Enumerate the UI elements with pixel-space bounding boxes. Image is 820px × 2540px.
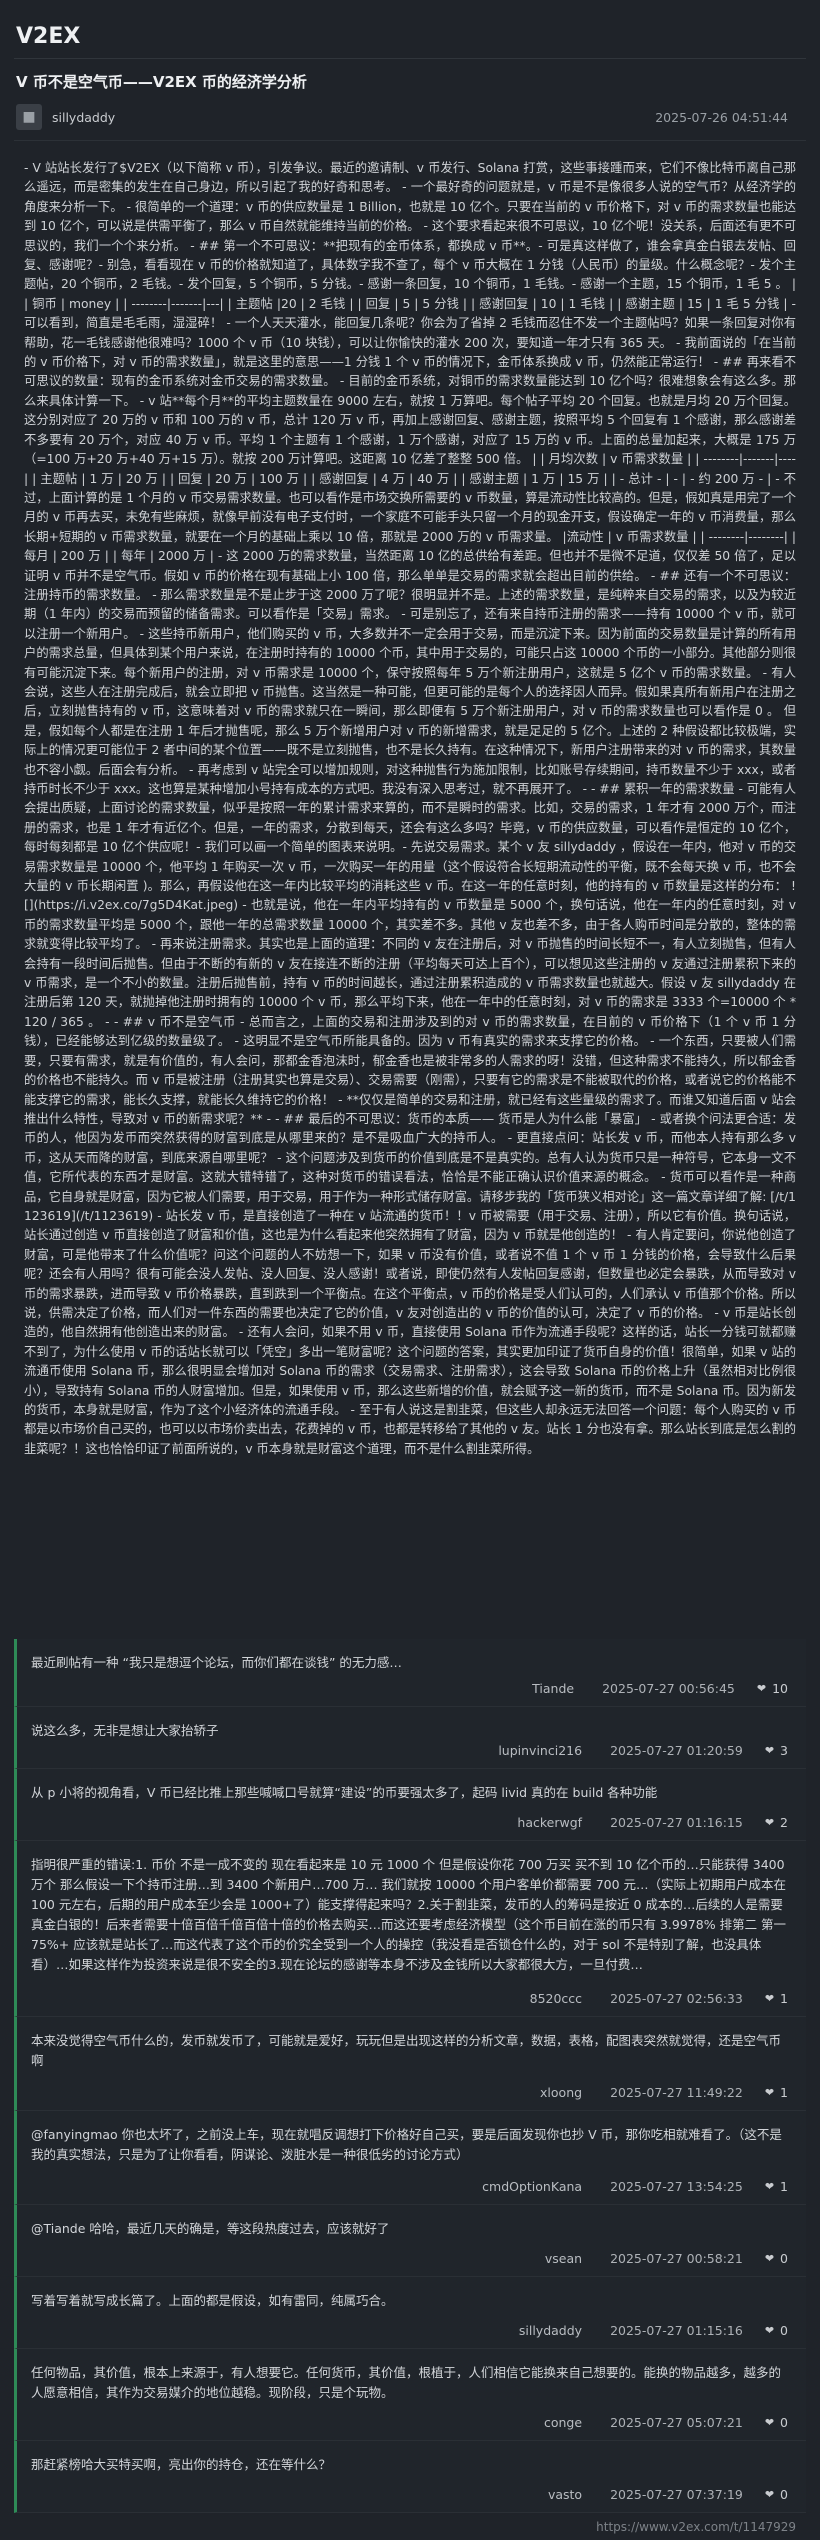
heart-icon[interactable]: ❤ [765, 2252, 774, 2265]
reply-item: 写着写着就写成长篇了。上面的都是假设，如有雷同，纯属巧合。 sillydaddy… [14, 2277, 806, 2349]
author-row: ■ sillydaddy 2025-07-26 04:51:44 [16, 102, 804, 132]
reply-time: 2025-07-27 01:16:15 [610, 1815, 743, 1830]
reply-likes: 0 [780, 2323, 788, 2338]
heart-icon[interactable]: ❤ [765, 2488, 774, 2501]
reply-meta: vasto 2025-07-27 07:37:19 ❤ 0 [548, 2487, 788, 2502]
reply-meta: 8520ccc 2025-07-27 02:56:33 ❤ 1 [530, 1991, 788, 2006]
page-url: https://www.v2ex.com/t/1147929 [596, 2520, 796, 2534]
reply-meta: xloong 2025-07-27 11:49:22 ❤ 1 [540, 2085, 788, 2100]
reply-content: 那赶紧榜哈大买特买啊，亮出你的持仓，还在等什么？ [31, 2457, 332, 2472]
reply-author[interactable]: vasto [548, 2487, 582, 2502]
reply-meta: sillydaddy 2025-07-27 01:15:16 ❤ 0 [519, 2323, 788, 2338]
reply-content: @fanyingmao 你也太坏了，之前没上车，现在就唱反调想打下价格好自己买，… [31, 2127, 782, 2162]
reply-item: @fanyingmao 你也太坏了，之前没上车，现在就唱反调想打下价格好自己买，… [14, 2111, 806, 2205]
topic-content: - V 站站长发行了$V2EX（以下简称 v 币），引发争议。最近的邀请制、v … [24, 161, 796, 1456]
reply-time: 2025-07-27 07:37:19 [610, 2487, 743, 2502]
reply-item: 任何物品，其价值，根本上来源于，有人想要它。任何货币，其价值，根植于，人们相信它… [14, 2349, 806, 2441]
heart-icon[interactable]: ❤ [765, 1744, 774, 1757]
reply-item: 本来没觉得空气币什么的，发币就发币了，可能就是爱好，玩玩但是出现这样的分析文章，… [14, 2017, 806, 2111]
reply-author[interactable]: hackerwgf [517, 1815, 582, 1830]
reply-item: 从 p 小将的视角看，V 币已经比推上那些喊喊口号就算“建设”的币要强太多了，起… [14, 1769, 806, 1841]
topic-date: 2025-07-26 04:51:44 [655, 109, 788, 125]
reply-time: 2025-07-27 02:56:33 [610, 1991, 743, 2006]
reply-likes: 1 [780, 2085, 788, 2100]
heart-icon[interactable]: ❤ [765, 2180, 774, 2193]
topic-title: V 币不是空气币——V2EX 币的经济学分析 [16, 73, 307, 91]
reply-content: 最近刷帖有一种 “我只是想逗个论坛，而你们都在谈钱” 的无力感… [31, 1655, 402, 1670]
reply-time: 2025-07-27 05:07:21 [610, 2415, 743, 2430]
reply-content: 说这么多，无非是想让大家抬轿子 [31, 1723, 219, 1738]
reply-content: 指明很严重的错误:1. 币价 不是一成不变的 现在看起来是 10 元 1000 … [31, 1857, 787, 1972]
reply-time: 2025-07-27 01:20:59 [610, 1743, 743, 1758]
reply-likes: 0 [780, 2415, 788, 2430]
reply-likes: 1 [780, 1991, 788, 2006]
heart-icon[interactable]: ❤ [765, 1992, 774, 2005]
reply-author[interactable]: xloong [540, 2085, 582, 2100]
reply-content: 任何物品，其价值，根本上来源于，有人想要它。任何货币，其价值，根植于，人们相信它… [31, 2365, 782, 2400]
reply-meta: cmdOptionKana 2025-07-27 13:54:25 ❤ 1 [482, 2179, 788, 2194]
reply-likes: 0 [780, 2487, 788, 2502]
reply-likes: 0 [780, 2251, 788, 2266]
reply-time: 2025-07-27 13:54:25 [610, 2179, 743, 2194]
reply-meta: lupinvinci216 2025-07-27 01:20:59 ❤ 3 [498, 1743, 788, 1758]
topic-header: V 币不是空气币——V2EX 币的经济学分析 ■ sillydaddy 2025… [14, 59, 806, 141]
reply-meta: vsean 2025-07-27 00:58:21 ❤ 0 [545, 2251, 788, 2266]
reply-author[interactable]: lupinvinci216 [498, 1743, 582, 1758]
reply-likes: 3 [780, 1743, 788, 1758]
reply-meta: hackerwgf 2025-07-27 01:16:15 ❤ 2 [517, 1815, 788, 1830]
reply-content: 从 p 小将的视角看，V 币已经比推上那些喊喊口号就算“建设”的币要强太多了，起… [31, 1785, 658, 1800]
reply-author[interactable]: 8520ccc [530, 1991, 582, 2006]
reply-time: 2025-07-27 00:56:45 [602, 1681, 735, 1696]
reply-likes: 2 [780, 1815, 788, 1830]
reply-author[interactable]: Tiande [532, 1681, 574, 1696]
site-header: V2EX [14, 12, 806, 59]
page: V2EX V 币不是空气币——V2EX 币的经济学分析 ■ sillydaddy… [0, 0, 820, 2540]
reply-item: 那赶紧榜哈大买特买啊，亮出你的持仓，还在等什么？ vasto 2025-07-2… [14, 2441, 806, 2513]
reply-list: 最近刷帖有一种 “我只是想逗个论坛，而你们都在谈钱” 的无力感… Tiande … [14, 1639, 806, 2513]
reply-item: 指明很严重的错误:1. 币价 不是一成不变的 现在看起来是 10 元 1000 … [14, 1841, 806, 2017]
reply-likes: 10 [772, 1681, 788, 1696]
heart-icon[interactable]: ❤ [765, 2324, 774, 2337]
heart-icon[interactable]: ❤ [765, 2416, 774, 2429]
author-name[interactable]: sillydaddy [52, 110, 655, 125]
reply-time: 2025-07-27 01:15:16 [610, 2323, 743, 2338]
heart-icon[interactable]: ❤ [757, 1682, 766, 1695]
reply-meta: Tiande 2025-07-27 00:56:45 ❤ 10 [532, 1681, 788, 1696]
reply-time: 2025-07-27 00:58:21 [610, 2251, 743, 2266]
reply-content: 写着写着就写成长篇了。上面的都是假设，如有雷同，纯属巧合。 [31, 2293, 394, 2308]
reply-author[interactable]: conge [544, 2415, 582, 2430]
heart-icon[interactable]: ❤ [765, 2086, 774, 2099]
reply-author[interactable]: vsean [545, 2251, 582, 2266]
reply-item: @Tiande 哈哈，最近几天的确是，等这段热度过去，应该就好了 vsean 2… [14, 2205, 806, 2277]
heart-icon[interactable]: ❤ [765, 1816, 774, 1829]
reply-meta: conge 2025-07-27 05:07:21 ❤ 0 [544, 2415, 788, 2430]
reply-author[interactable]: sillydaddy [519, 2323, 582, 2338]
reply-author[interactable]: cmdOptionKana [482, 2179, 582, 2194]
reply-content: 本来没觉得空气币什么的，发币就发币了，可能就是爱好，玩玩但是出现这样的分析文章，… [31, 2033, 782, 2068]
reply-content: @Tiande 哈哈，最近几天的确是，等这段热度过去，应该就好了 [31, 2221, 390, 2236]
reply-time: 2025-07-27 11:49:22 [610, 2085, 743, 2100]
reply-likes: 1 [780, 2179, 788, 2194]
reply-item: 说这么多，无非是想让大家抬轿子 lupinvinci216 2025-07-27… [14, 1707, 806, 1769]
site-logo[interactable]: V2EX [16, 24, 80, 49]
avatar-icon[interactable]: ■ [16, 104, 42, 130]
reply-item: 最近刷帖有一种 “我只是想逗个论坛，而你们都在谈钱” 的无力感… Tiande … [14, 1639, 806, 1707]
